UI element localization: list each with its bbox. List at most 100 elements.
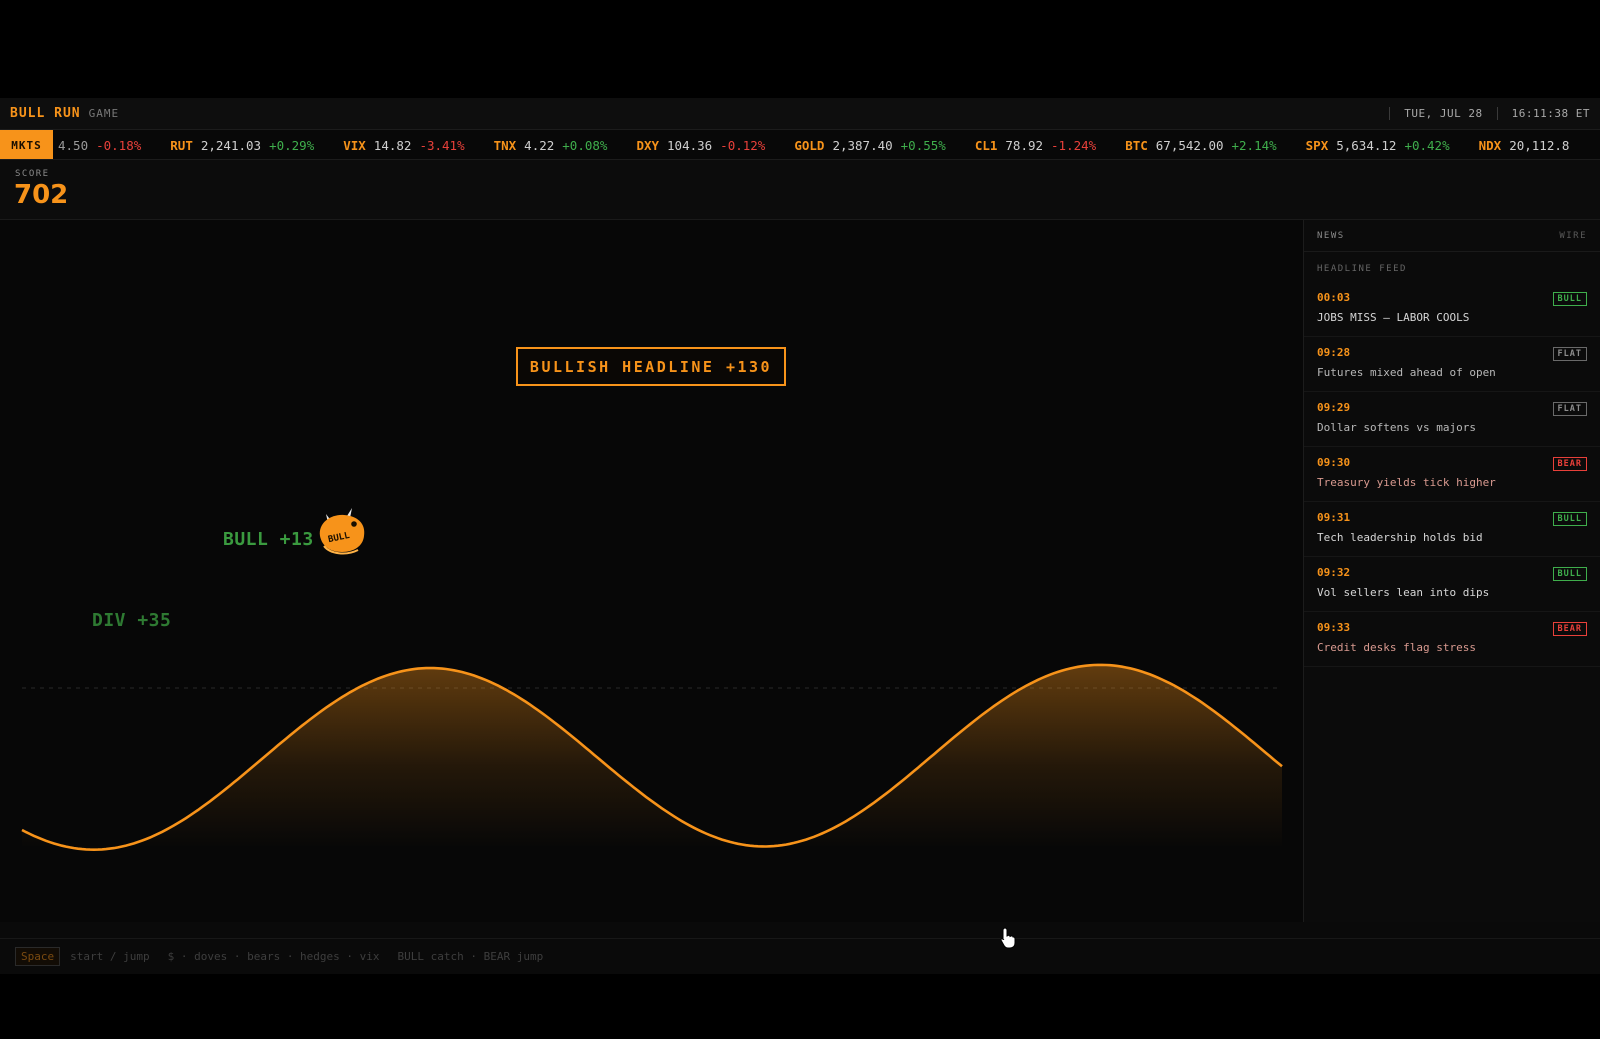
news-time: 09:32 bbox=[1317, 566, 1351, 579]
score-bar: SCORE 702 bbox=[0, 160, 1600, 220]
news-header: NEWS WIRE bbox=[1304, 220, 1600, 252]
clock-readout: 16:11:38 ET bbox=[1511, 107, 1590, 120]
news-item[interactable]: 09:28 Futures mixed ahead of open FLAT bbox=[1304, 337, 1600, 392]
news-item[interactable]: 09:30 Treasury yields tick higher BEAR bbox=[1304, 447, 1600, 502]
ticker-symbol: BTC bbox=[1125, 137, 1148, 153]
ticker-price: 2,241.03 bbox=[200, 137, 262, 153]
ticker-change: +0.42% bbox=[1404, 137, 1450, 153]
news-headline: Dollar softens vs majors bbox=[1317, 421, 1476, 434]
headline-feed-label: HEADLINE FEED bbox=[1317, 264, 1407, 274]
ticker-symbol: DXY bbox=[636, 137, 660, 153]
space-key-hint: Space bbox=[15, 947, 61, 966]
news-time: 09:33 bbox=[1317, 621, 1351, 634]
ticker-change: -0.18% bbox=[96, 137, 142, 153]
ticker-symbol: NDX bbox=[1478, 137, 1502, 153]
sentiment-badge: BULL bbox=[1552, 512, 1587, 526]
ticker-item-tnx: TNX 4.22 +0.08% bbox=[494, 138, 608, 153]
price-curve-chart bbox=[21, 663, 1283, 852]
ticker-change: -3.41% bbox=[419, 137, 465, 153]
hand-cursor-icon bbox=[1000, 927, 1016, 949]
bull-player-icon: BULL bbox=[319, 508, 365, 555]
sentiment-badge: FLAT bbox=[1552, 347, 1587, 361]
news-time: 09:30 bbox=[1317, 456, 1351, 469]
ticker-item-spx: SPX 5,634.12 +0.42% bbox=[1306, 138, 1450, 153]
news-time: 09:31 bbox=[1317, 511, 1351, 524]
news-time: 00:03 bbox=[1317, 291, 1351, 304]
ticker-item-rut: RUT 2,241.03 +0.29% bbox=[170, 138, 314, 153]
game-app: BULL RUN GAME TUE, JUL 28 16:11:38 ET MK… bbox=[0, 98, 1600, 974]
ticker-item-partial: 4.50 -0.18% bbox=[58, 138, 141, 153]
news-time: 09:29 bbox=[1317, 401, 1351, 414]
ticker-item-btc: BTC 67,542.00 +2.14% bbox=[1125, 138, 1276, 153]
hint-catch: BULL catch · BEAR jump bbox=[397, 950, 544, 963]
news-panel: NEWS WIRE HEADLINE FEED 00:03 JOBS MISS —… bbox=[1303, 220, 1600, 922]
ticker-change: +0.55% bbox=[900, 137, 946, 153]
ticker-price: 78.92 bbox=[1005, 137, 1044, 153]
hint-start-jump: start / jump bbox=[70, 950, 150, 963]
sentiment-badge: BULL bbox=[1552, 567, 1587, 581]
ticker-item-gold: GOLD 2,387.40 +0.55% bbox=[794, 138, 945, 153]
market-ticker: MKTS 4.50 -0.18% RUT 2,241.03 +0.29% VIX 14.… bbox=[0, 130, 1600, 160]
brand-title: BULL RUN bbox=[10, 106, 81, 121]
game-canvas[interactable]: BULLISH HEADLINE +130 BULL +13 DIV +35 B… bbox=[0, 220, 1303, 922]
news-item[interactable]: 09:32 Vol sellers lean into dips BULL bbox=[1304, 557, 1600, 612]
news-headline: Tech leadership holds bid bbox=[1317, 531, 1483, 544]
curve-area bbox=[22, 664, 1282, 850]
ticker-price: 20,112.8 bbox=[1509, 137, 1570, 153]
ticker-symbol: VIX bbox=[343, 137, 366, 153]
news-title: NEWS bbox=[1317, 230, 1345, 241]
hint-obstacles: $ · doves · bears · hedges · vix bbox=[167, 950, 380, 963]
ticker-track: 4.50 -0.18% RUT 2,241.03 +0.29% VIX 14.82 -3.… bbox=[58, 130, 1600, 159]
controls-footer: Space start / jump $ · doves · bears · h… bbox=[0, 938, 1600, 974]
news-item[interactable]: 09:33 Credit desks flag stress BEAR bbox=[1304, 612, 1600, 667]
news-headline: Treasury yields tick higher bbox=[1317, 476, 1496, 489]
ticker-item-cl1: CL1 78.92 -1.24% bbox=[975, 138, 1096, 153]
ticker-item-dxy: DXY 104.36 -0.12% bbox=[636, 138, 765, 153]
ticker-change: +0.29% bbox=[269, 137, 315, 153]
news-headline: Vol sellers lean into dips bbox=[1317, 586, 1490, 599]
ticker-symbol: CL1 bbox=[974, 137, 998, 153]
ticker-price: 14.82 bbox=[373, 137, 412, 153]
ticker-change: -0.12% bbox=[720, 137, 766, 153]
ticker-symbol: RUT bbox=[170, 137, 193, 153]
ticker-item-ndx: NDX 20,112.8 bbox=[1479, 138, 1578, 153]
ticker-symbol: TNX bbox=[493, 137, 517, 153]
ticker-price: 67,542.00 bbox=[1155, 137, 1224, 153]
brand-subtitle: GAME bbox=[88, 107, 120, 120]
top-bar: BULL RUN GAME TUE, JUL 28 16:11:38 ET bbox=[0, 98, 1600, 130]
divider bbox=[1389, 107, 1391, 120]
news-wire-label: WIRE bbox=[1559, 230, 1587, 241]
ticker-item-vix: VIX 14.82 -3.41% bbox=[343, 138, 464, 153]
news-item[interactable]: 09:29 Dollar softens vs majors FLAT bbox=[1304, 392, 1600, 447]
ticker-price: 4.22 bbox=[524, 137, 555, 153]
news-item[interactable]: 00:03 JOBS MISS — LABOR COOLS BULL bbox=[1304, 282, 1600, 337]
news-headline: Futures mixed ahead of open bbox=[1317, 366, 1496, 379]
topbar-status: TUE, JUL 28 16:11:38 ET bbox=[1375, 98, 1600, 129]
news-time: 09:28 bbox=[1317, 346, 1351, 359]
ticker-change: +0.08% bbox=[562, 137, 608, 153]
ticker-price: 2,387.40 bbox=[832, 137, 893, 153]
sentiment-badge: FLAT bbox=[1552, 402, 1587, 416]
news-item[interactable]: 09:31 Tech leadership holds bid BULL bbox=[1304, 502, 1600, 557]
ticker-symbol: SPX bbox=[1305, 137, 1329, 153]
dividend-score-popup: DIV +35 bbox=[92, 610, 172, 631]
headline-feed: 00:03 JOBS MISS — LABOR COOLS BULL 09:28 Fut… bbox=[1304, 282, 1600, 667]
divider bbox=[1496, 107, 1498, 120]
ticker-price: 5,634.12 bbox=[1336, 137, 1397, 153]
news-headline: JOBS MISS — LABOR COOLS bbox=[1317, 311, 1470, 324]
ticker-price: 104.36 bbox=[667, 137, 713, 153]
date-readout: TUE, JUL 28 bbox=[1404, 107, 1483, 120]
markets-label: MKTS bbox=[0, 130, 53, 159]
sentiment-badge: BEAR bbox=[1552, 457, 1587, 471]
bull-score-popup: BULL +13 bbox=[223, 529, 314, 550]
sentiment-badge: BEAR bbox=[1552, 622, 1587, 636]
score-value: 702 bbox=[14, 180, 69, 210]
ticker-change: +2.14% bbox=[1231, 137, 1277, 153]
score-label: SCORE bbox=[15, 169, 50, 179]
ticker-price: 4.50 bbox=[58, 137, 89, 153]
headline-banner: BULLISH HEADLINE +130 bbox=[516, 347, 786, 386]
ticker-symbol: GOLD bbox=[794, 137, 825, 153]
ticker-change: -1.24% bbox=[1051, 137, 1097, 153]
sentiment-badge: BULL bbox=[1552, 292, 1587, 306]
news-headline: Credit desks flag stress bbox=[1317, 641, 1476, 654]
